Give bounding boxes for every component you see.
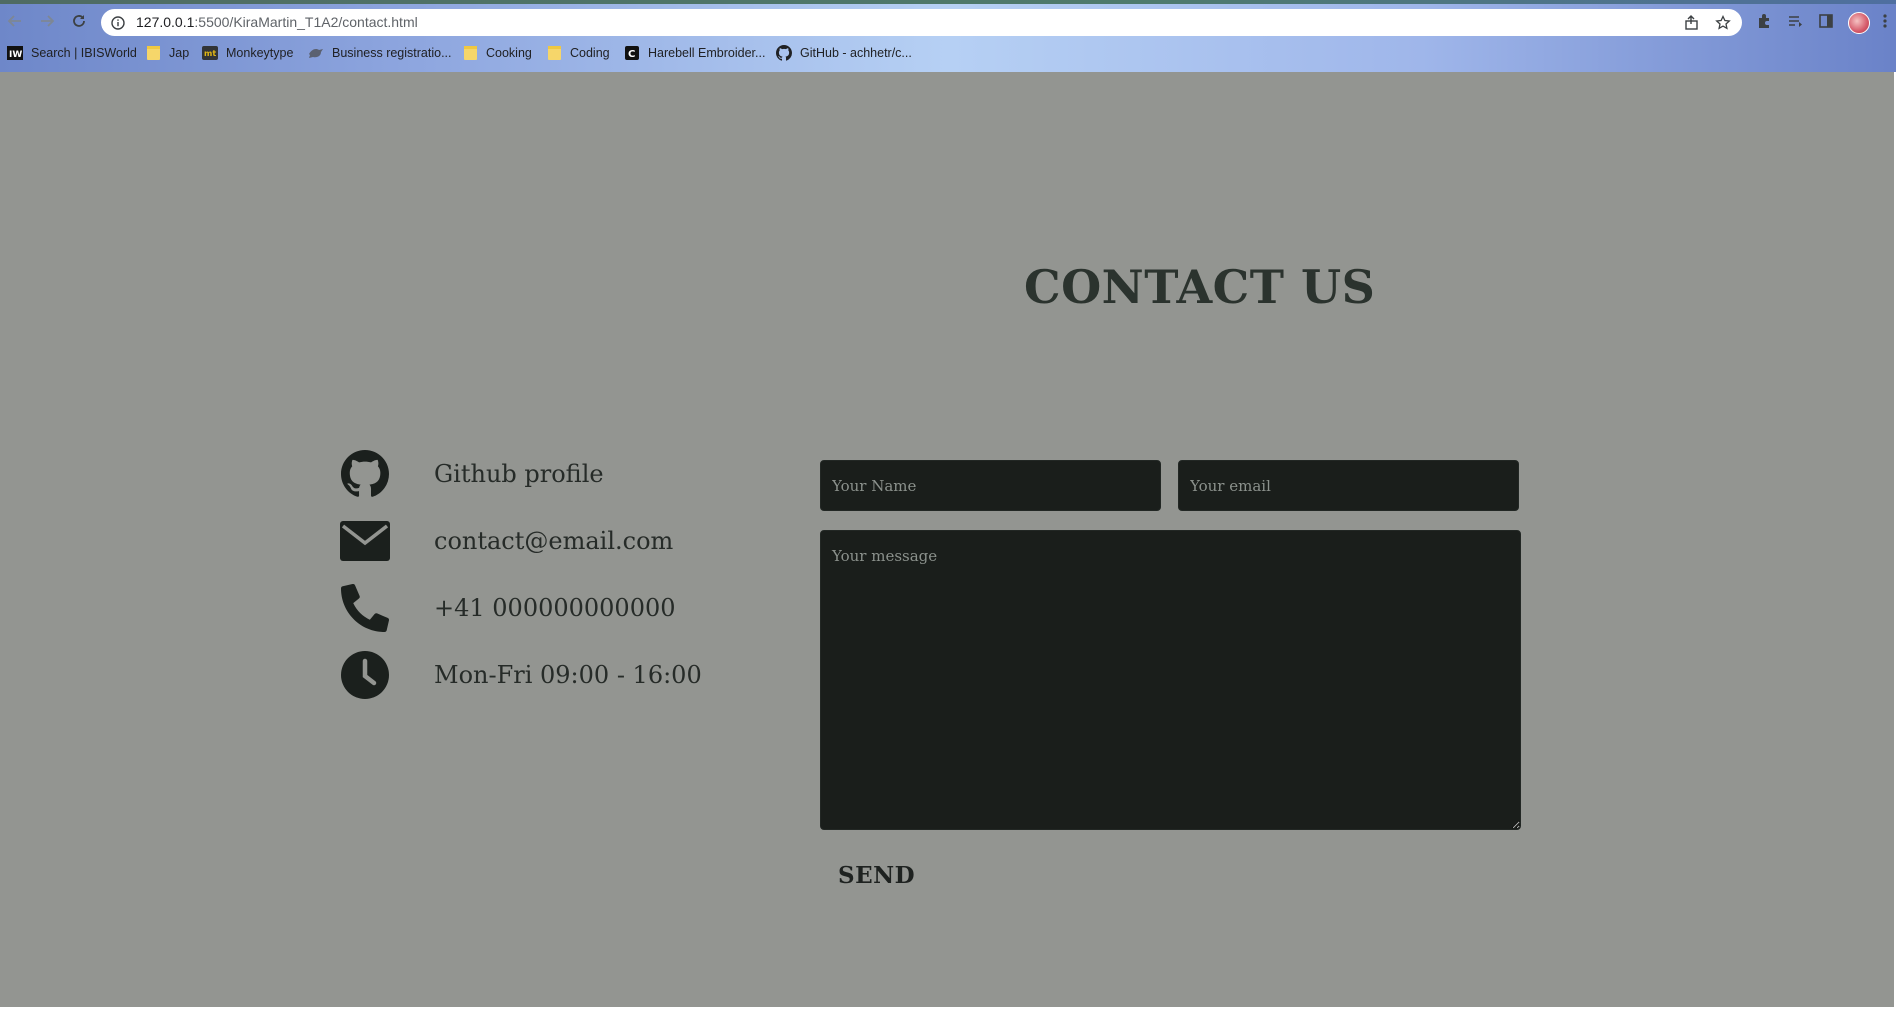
bookmark-label: Harebell Embroider... [648, 46, 766, 60]
email-input[interactable] [1178, 460, 1519, 511]
bookmark-label: Monkeytype [226, 46, 294, 60]
phone-icon [338, 581, 392, 635]
url-host: 127.0.0.1 [136, 14, 195, 30]
contact-item-label: Github profile [434, 460, 604, 488]
contact-item-label: contact@email.com [434, 527, 674, 555]
bookmark-star-icon[interactable] [1715, 14, 1731, 35]
media-queue-icon[interactable] [1787, 13, 1803, 33]
share-icon[interactable] [1684, 15, 1700, 35]
bird-icon [308, 45, 324, 61]
svg-text:IW: IW [9, 50, 22, 60]
reload-button[interactable] [68, 10, 90, 32]
profile-avatar[interactable] [1848, 12, 1870, 34]
bookmark-label: Coding [570, 46, 610, 60]
contact-item-label: Mon-Fri 09:00 - 16:00 [434, 661, 702, 689]
site-info-icon[interactable] [111, 15, 125, 34]
bookmark-monkeytype[interactable]: mt Monkeytype [202, 44, 293, 62]
forward-button[interactable] [36, 10, 58, 32]
message-textarea[interactable] [820, 530, 1521, 830]
arrow-left-icon [7, 15, 21, 27]
url-path: :5500/KiraMartin_T1A2/contact.html [194, 14, 418, 30]
reload-icon [73, 15, 85, 27]
bookmark-github[interactable]: GitHub - achhetr/c... [776, 44, 912, 62]
page-title: CONTACT US [1024, 260, 1376, 314]
contact-item-email[interactable]: contact@email.com [338, 514, 673, 568]
contact-item-label: +41 000000000000 [434, 594, 676, 622]
bookmark-label: Search | IBISWorld [31, 46, 137, 60]
menu-kebab-icon[interactable] [1882, 13, 1888, 33]
send-button[interactable]: SEND [838, 862, 915, 889]
bookmark-label: GitHub - achhetr/c... [800, 46, 912, 60]
bookmark-folder-cooking[interactable]: Cooking [462, 44, 532, 62]
envelope-icon [338, 514, 392, 568]
contact-item-github[interactable]: Github profile [338, 447, 604, 501]
clock-icon [338, 648, 392, 702]
svg-text:C: C [628, 49, 635, 60]
svg-text:mt: mt [204, 49, 216, 58]
contact-item-hours[interactable]: Mon-Fri 09:00 - 16:00 [338, 648, 702, 702]
folder-icon [462, 45, 478, 61]
name-input[interactable] [820, 460, 1161, 511]
bookmarks-bar: IW Search | IBISWorld Jap mt Monkeytype … [0, 40, 1896, 66]
address-bar[interactable]: 127.0.0.1:5500/KiraMartin_T1A2/contact.h… [101, 9, 1742, 36]
arrow-right-icon [41, 15, 55, 27]
url-text: 127.0.0.1:5500/KiraMartin_T1A2/contact.h… [136, 14, 418, 30]
folder-icon [546, 45, 562, 61]
folder-icon [145, 45, 161, 61]
side-panel-icon[interactable] [1818, 13, 1834, 33]
monkeytype-icon: mt [202, 45, 218, 61]
browser-toolbar: 127.0.0.1:5500/KiraMartin_T1A2/contact.h… [0, 4, 1896, 38]
bookmark-harebell[interactable]: C Harebell Embroider... [624, 44, 765, 62]
bookmark-folder-jap[interactable]: Jap [145, 44, 189, 62]
contact-item-phone[interactable]: +41 000000000000 [338, 581, 676, 635]
back-button[interactable] [4, 10, 26, 32]
contact-page: CONTACT US Github profile contact@email.… [0, 72, 1894, 1007]
bookmark-ibisworld[interactable]: IW Search | IBISWorld [7, 44, 137, 62]
browser-chrome: 127.0.0.1:5500/KiraMartin_T1A2/contact.h… [0, 0, 1896, 72]
bookmark-business-registration[interactable]: Business registratio... [308, 44, 452, 62]
bookmark-folder-coding[interactable]: Coding [546, 44, 610, 62]
page-viewport: CONTACT US Github profile contact@email.… [0, 72, 1896, 1010]
bookmark-label: Cooking [486, 46, 532, 60]
ibisworld-icon: IW [7, 45, 23, 61]
extensions-puzzle-icon[interactable] [1756, 13, 1772, 33]
github-icon [338, 447, 392, 501]
github-icon [776, 45, 792, 61]
bookmark-label: Jap [169, 46, 190, 60]
c-logo-icon: C [624, 45, 640, 61]
bookmark-label: Business registratio... [332, 46, 452, 60]
